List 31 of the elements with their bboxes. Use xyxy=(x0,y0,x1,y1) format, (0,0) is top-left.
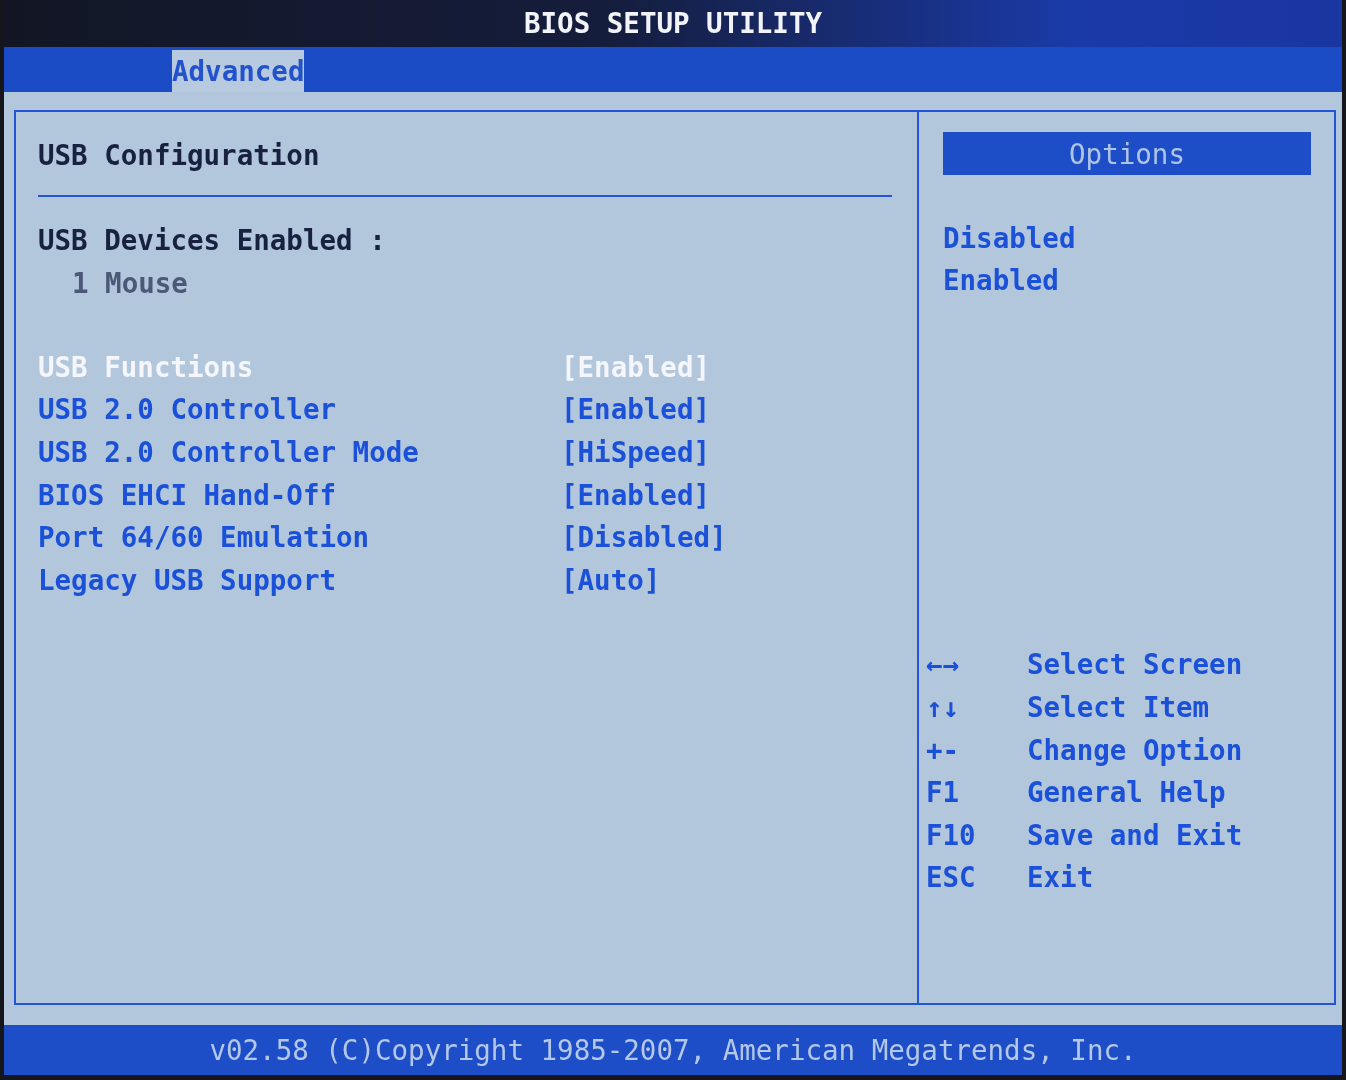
key-action: General Help xyxy=(1027,775,1226,811)
option-item: Disabled xyxy=(943,220,1076,256)
key-action: Select Screen xyxy=(1027,647,1243,683)
setting-name[interactable]: Legacy USB Support xyxy=(38,558,336,602)
options-header: Options xyxy=(943,132,1311,175)
key-action: Select Item xyxy=(1027,690,1210,726)
setting-name[interactable]: USB 2.0 Controller xyxy=(38,388,336,432)
copyright-text: v02.58 (C)Copyright 1985-2007, American Megatrends, Inc. xyxy=(209,1034,1137,1066)
key-label: ←→ xyxy=(926,647,960,683)
key-label: F10 xyxy=(926,817,976,853)
setting-value[interactable]: [Disabled] xyxy=(561,516,727,559)
key-action: Exit xyxy=(1027,860,1094,896)
key-action: Change Option xyxy=(1027,732,1243,768)
setting-value[interactable]: [Enabled] xyxy=(561,473,710,517)
setting-name[interactable]: Port 64/60 Emulation xyxy=(38,516,370,559)
key-label: F1 xyxy=(926,775,960,811)
setting-value[interactable]: [Auto] xyxy=(561,558,661,602)
section-heading: USB Configuration xyxy=(38,138,321,173)
key-label: +- xyxy=(926,732,960,768)
setting-value[interactable]: [HiSpeed] xyxy=(561,431,710,474)
key-action: Save and Exit xyxy=(1027,817,1243,853)
setting-name[interactable]: USB 2.0 Controller Mode xyxy=(38,431,419,474)
devices-label: USB Devices Enabled : xyxy=(38,222,387,258)
setting-value[interactable]: [Enabled] xyxy=(561,388,710,432)
key-label: ↑↓ xyxy=(926,690,960,726)
device-item: 1 Mouse xyxy=(71,265,189,301)
window-title: BIOS SETUP UTILITY xyxy=(524,9,822,38)
key-label: ESC xyxy=(926,860,976,896)
option-item: Enabled xyxy=(943,263,1059,299)
tab[interactable]: Advanced xyxy=(172,50,305,92)
setting-name[interactable]: BIOS EHCI Hand-Off xyxy=(38,473,336,517)
